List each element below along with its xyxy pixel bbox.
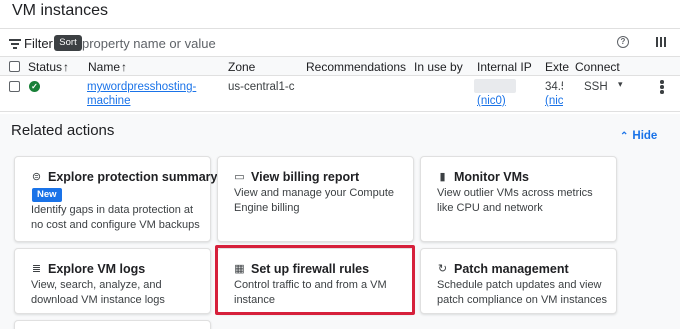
card-set-up-firewall-rules[interactable]: ▦ Set up firewall rules Control traffic … <box>217 248 414 314</box>
column-header-name[interactable]: Name <box>88 60 120 74</box>
related-actions-title: Related actions <box>11 122 115 139</box>
select-all-checkbox[interactable] <box>9 61 20 72</box>
filter-icon[interactable] <box>9 39 21 49</box>
card-description: Control traffic to and from a VM instanc… <box>234 279 387 306</box>
column-display-icon[interactable] <box>656 37 666 47</box>
column-header-in-use-by[interactable]: In use by <box>414 60 463 74</box>
patch-icon: ↻ <box>437 263 448 275</box>
column-header-recommendations[interactable]: Recommendations <box>306 60 406 74</box>
filter-input[interactable] <box>82 35 442 52</box>
page-title: VM instances <box>12 2 109 19</box>
row-checkbox[interactable] <box>9 81 20 92</box>
internal-ip-nic-link[interactable]: (nic0) <box>477 95 506 107</box>
card-title: Explore protection summary <box>48 170 218 184</box>
filter-bar: Filter <box>0 28 680 56</box>
hide-label: Hide <box>632 130 658 142</box>
card-description: Schedule patch updates and view patch co… <box>437 279 607 306</box>
column-header-internal-ip[interactable]: Internal IP <box>477 60 532 74</box>
hide-button[interactable]: ⌃ Hide <box>620 130 657 142</box>
card-patch-management[interactable]: ↻ Patch management Schedule patch update… <box>420 248 617 314</box>
billing-icon: ▭ <box>234 171 245 183</box>
external-ip-nic-link[interactable]: (nic0 <box>545 95 563 107</box>
card-description: View and manage your Compute Engine bill… <box>234 187 395 214</box>
external-ip: 34.5 <box>545 81 563 93</box>
logs-icon: ≣ <box>31 263 42 275</box>
column-header-zone[interactable]: Zone <box>228 60 255 74</box>
card-description: View outlier VMs across metrics like CPU… <box>437 187 593 214</box>
card-view-billing-report[interactable]: ▭ View billing report View and manage yo… <box>217 156 414 242</box>
firewall-icon: ▦ <box>234 263 245 275</box>
table-header: Status ↑ Name ↑ Zone Recommendations In … <box>0 56 680 76</box>
filter-label[interactable]: Filter <box>24 36 53 51</box>
card-explore-vm-logs[interactable]: ≣ Explore VM logs View, search, analyze,… <box>14 248 211 314</box>
card-title: Explore VM logs <box>48 262 146 276</box>
vm-zone: us-central1-c <box>228 81 295 93</box>
ssh-button[interactable]: SSH <box>584 81 608 93</box>
chevron-up-icon: ⌃ <box>620 131 629 142</box>
card-title: Patch management <box>454 262 569 276</box>
card-title: Monitor VMs <box>454 170 529 184</box>
column-header-status[interactable]: Status <box>28 60 62 74</box>
card-title: Set up firewall rules <box>251 262 370 276</box>
ssh-dropdown-icon[interactable]: ▾ <box>618 79 623 90</box>
sort-arrow-icon[interactable]: ↑ <box>63 60 69 74</box>
card-title: View billing report <box>251 170 360 184</box>
card-partial[interactable] <box>14 320 211 329</box>
column-header-external-ip[interactable]: Exte <box>545 60 569 74</box>
vm-name-line1[interactable]: mywordpresshosting- <box>87 81 196 93</box>
new-badge: New <box>32 188 62 202</box>
vm-name-line2[interactable]: machine <box>87 95 130 107</box>
status-ok-icon: ✓ <box>29 81 40 92</box>
protection-icon: ⊜ <box>31 171 42 183</box>
card-description: View, search, analyze, and download VM i… <box>31 279 165 306</box>
more-actions-icon[interactable] <box>660 80 664 94</box>
vm-name-link[interactable]: mywordpresshosting- machine <box>87 80 197 108</box>
help-circle-icon[interactable]: ? <box>617 36 629 48</box>
column-header-connect[interactable]: Connect <box>575 60 620 74</box>
sort-arrow-icon[interactable]: ↑ <box>121 60 127 74</box>
sort-tooltip: Sort <box>54 35 82 51</box>
card-description: Identify gaps in data protection at no c… <box>31 204 200 231</box>
bar-chart-icon: ▮ <box>439 171 446 183</box>
card-monitor-vms[interactable]: ▮ Monitor VMs View outlier VMs across me… <box>420 156 617 242</box>
internal-ip-redacted <box>474 79 516 93</box>
card-explore-protection-summary[interactable]: ⊜ Explore protection summary New Identif… <box>14 156 218 242</box>
table-row: ✓ mywordpresshosting- machine us-central… <box>0 76 680 112</box>
